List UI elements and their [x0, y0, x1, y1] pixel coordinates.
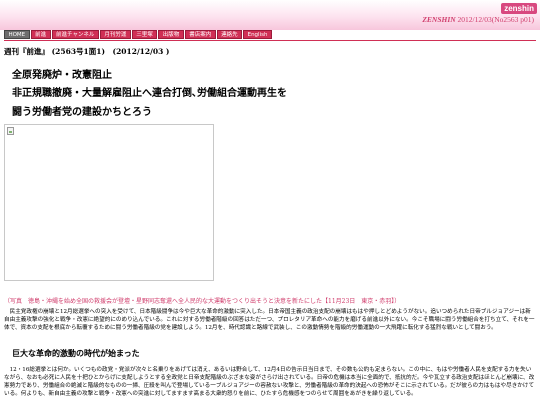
article-paragraph-1: 民主党政権の崩壊と12月総選挙への突入を受けて、日本階級闘争は今や巨大な革命的激… [4, 309, 535, 331]
broken-image-icon [7, 127, 14, 135]
site-info: ZENSHIN 2012/12/03(No2563 p01) [422, 15, 534, 24]
headline-2: 非正規職撤廃・大量解雇阻止へ連合打倒､労働組合運動再生を [12, 88, 287, 99]
nav-item-contact[interactable]: 連絡先 [216, 30, 243, 39]
nav-item-home[interactable]: HOME [4, 30, 30, 39]
nav-item-english[interactable]: English [243, 30, 272, 39]
nav-item-channel[interactable]: 前進チャンネル [51, 30, 99, 39]
section-subheading: 巨大な革命的激動の時代が始まった [12, 348, 140, 358]
top-navigation: HOME 前進 前進チャンネル 月刊労運 三里塚 出版物 書店案内 連絡先 En… [4, 30, 272, 39]
headline-3: 闘う労働者党の建設かちとろう [12, 107, 152, 118]
header-divider [4, 40, 536, 41]
article-paragraph-2: 12・16総選挙とは何か。いくつもの政党・党派が次々と名乗りをあげては消え、ある… [4, 367, 535, 397]
article-photo-placeholder [4, 124, 214, 281]
nav-item-zenshin[interactable]: 前進 [30, 30, 51, 39]
nav-item-monthly[interactable]: 月刊労運 [99, 30, 131, 39]
photo-caption: （写真 徳島・沖縄を始め全国の救援会が登壇・星野同志奪還へ全人民的な大運動をつく… [4, 298, 401, 305]
issue-line: 週刊『前進』 (2563号1面1) (2012/12/03 ) [4, 47, 170, 56]
site-meta: 2012/12/03(No2563 p01) [457, 15, 534, 24]
site-header: zenshin ZENSHIN 2012/12/03(No2563 p01) [0, 0, 540, 30]
site-name: ZENSHIN [422, 15, 456, 24]
nav-item-bookstores[interactable]: 書店案内 [184, 30, 216, 39]
nav-item-publications[interactable]: 出版物 [158, 30, 184, 39]
nav-item-sanrizuka[interactable]: 三里塚 [131, 30, 158, 39]
brand-logo[interactable]: zenshin [501, 3, 537, 14]
headline-1: 全原発廃炉・改憲阻止 [12, 70, 112, 81]
